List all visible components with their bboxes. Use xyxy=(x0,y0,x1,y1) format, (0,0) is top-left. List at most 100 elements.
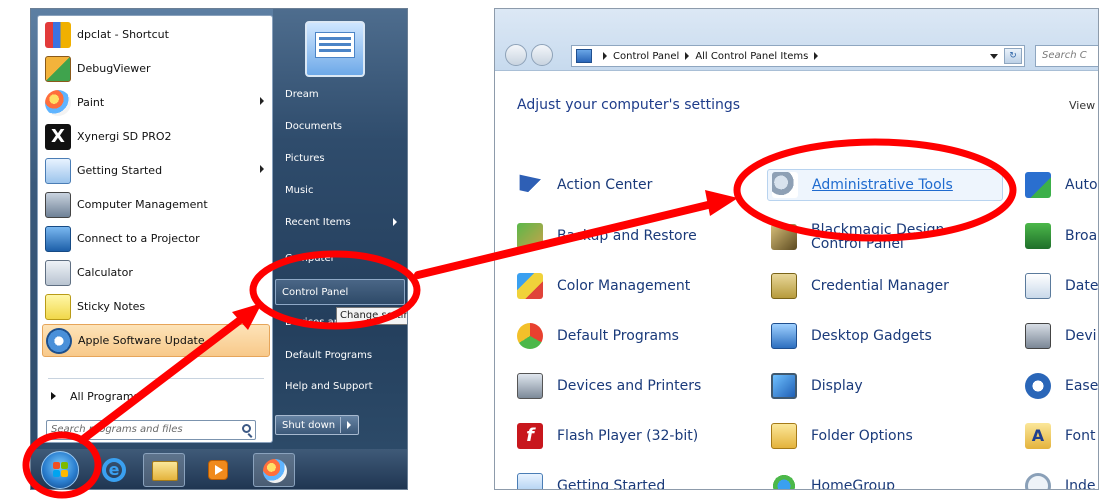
admin-tools-icon xyxy=(772,172,798,198)
paint-taskbar-icon[interactable] xyxy=(253,453,295,487)
program-label: dpclat - Shortcut xyxy=(77,28,169,41)
start-item-label: Pictures xyxy=(285,152,325,164)
start-menu: dpclat - Shortcut DebugViewer Paint X Xy… xyxy=(31,9,407,449)
cp-item-getting-started[interactable]: Getting Started xyxy=(517,472,665,489)
cp-item-blackmagic[interactable]: Blackmagic Design Control Panel xyxy=(771,219,997,255)
control-panel-icon xyxy=(576,49,592,63)
cp-item-label: Ease xyxy=(1065,378,1099,394)
tooltip-text: Change settings xyxy=(340,310,407,321)
cp-item-broadcom[interactable]: Broa xyxy=(1025,222,1097,250)
back-button[interactable] xyxy=(505,44,527,66)
cp-item-label: Devices and Printers xyxy=(557,378,702,394)
cp-item-folder-options[interactable]: Folder Options xyxy=(771,422,913,450)
program-apple-software-update[interactable]: Apple Software Update xyxy=(42,324,270,357)
program-dpclat[interactable]: dpclat - Shortcut xyxy=(42,18,270,51)
cp-item-autoplay[interactable]: Auto xyxy=(1025,171,1098,199)
start-item-music[interactable]: Music xyxy=(279,177,403,203)
getting-started-icon xyxy=(45,157,71,184)
control-panel-window: Control Panel All Control Panel Items ↻ … xyxy=(494,8,1099,490)
cp-item-homegroup[interactable]: HomeGroup xyxy=(771,472,895,489)
program-projector[interactable]: Connect to a Projector xyxy=(42,222,270,255)
start-item-recent-items[interactable]: Recent Items xyxy=(279,209,403,235)
cp-item-backup-restore[interactable]: Backup and Restore xyxy=(517,222,697,250)
internet-explorer-icon[interactable]: e xyxy=(93,453,135,487)
cp-item-fonts[interactable]: A Font xyxy=(1025,422,1095,450)
search-placeholder: Search C xyxy=(1042,50,1087,61)
cp-item-indexing[interactable]: Inde xyxy=(1025,472,1096,489)
cp-item-label: Credential Manager xyxy=(811,278,949,294)
cp-item-label: Administrative Tools xyxy=(812,177,953,193)
program-sticky-notes[interactable]: Sticky Notes xyxy=(42,290,270,323)
start-item-label: Dream xyxy=(285,88,319,100)
page-title: Adjust your computer's settings xyxy=(517,97,741,113)
broadcom-icon xyxy=(1025,223,1051,249)
tooltip: Change settings xyxy=(336,307,407,325)
arrow-right-icon xyxy=(51,392,56,400)
forward-button[interactable] xyxy=(531,44,553,66)
start-item-label: Computer xyxy=(285,252,335,264)
start-item-documents[interactable]: Documents xyxy=(279,113,403,139)
cp-item-devices-printers[interactable]: Devices and Printers xyxy=(517,372,701,400)
cp-item-credential-manager[interactable]: Credential Manager xyxy=(771,272,949,300)
screenshot-root: dpclat - Shortcut DebugViewer Paint X Xy… xyxy=(0,0,1099,501)
cp-item-label: Flash Player (32-bit) xyxy=(557,428,699,444)
sticky-notes-icon xyxy=(45,293,71,320)
cp-item-label: Blackmagic Design Control Panel xyxy=(811,222,945,252)
cp-item-display[interactable]: Display xyxy=(771,372,863,400)
blackmagic-icon xyxy=(771,224,797,250)
cp-item-flash-player[interactable]: f Flash Player (32-bit) xyxy=(517,422,698,450)
cp-item-desktop-gadgets[interactable]: Desktop Gadgets xyxy=(771,322,932,350)
indexing-icon xyxy=(1025,473,1051,489)
cp-item-label: Folder Options xyxy=(811,428,913,444)
submenu-arrow-icon xyxy=(260,165,264,173)
start-item-help-support[interactable]: Help and Support xyxy=(279,373,403,399)
breadcrumb-all-items[interactable]: All Control Panel Items xyxy=(695,51,808,62)
control-panel-toolbar: Control Panel All Control Panel Items ↻ … xyxy=(495,9,1098,71)
fonts-icon: A xyxy=(1025,423,1051,449)
program-debugviewer[interactable]: DebugViewer xyxy=(42,52,270,85)
cp-item-label: Color Management xyxy=(557,278,691,294)
control-panel-search-input[interactable]: Search C xyxy=(1035,45,1098,67)
view-by-label[interactable]: View xyxy=(1069,99,1095,112)
breadcrumb-control-panel[interactable]: Control Panel xyxy=(613,51,679,62)
cp-item-color-management[interactable]: Color Management xyxy=(517,272,690,300)
all-programs-button[interactable]: All Programs xyxy=(42,384,270,408)
program-xynergi[interactable]: X Xynergi SD PRO2 xyxy=(42,120,270,153)
start-item-dream[interactable]: Dream xyxy=(279,81,403,107)
cp-item-ease-of-access[interactable]: Ease xyxy=(1025,372,1098,400)
credential-icon xyxy=(771,273,797,299)
program-label: Connect to a Projector xyxy=(77,232,200,245)
start-search-input[interactable]: Search programs and files xyxy=(46,420,256,440)
refresh-icon[interactable]: ↻ xyxy=(1004,48,1022,64)
start-orb[interactable] xyxy=(41,451,79,489)
cp-item-action-center[interactable]: Action Center xyxy=(517,171,652,199)
start-item-default-programs[interactable]: Default Programs xyxy=(279,342,403,368)
start-item-computer[interactable]: Computer xyxy=(279,245,403,271)
start-item-pictures[interactable]: Pictures xyxy=(279,145,403,171)
folder-options-icon xyxy=(771,423,797,449)
flash-icon: f xyxy=(517,423,543,449)
chevron-right-icon xyxy=(685,52,690,60)
cp-item-default-programs[interactable]: Default Programs xyxy=(517,322,679,350)
cp-item-label: Backup and Restore xyxy=(557,228,697,244)
chevron-down-icon[interactable] xyxy=(990,54,998,59)
program-computer-management[interactable]: Computer Management xyxy=(42,188,270,221)
xynergi-icon: X xyxy=(45,123,71,150)
start-item-label: Documents xyxy=(285,120,343,132)
program-calculator[interactable]: Calculator xyxy=(42,256,270,289)
cp-item-device-manager[interactable]: Devi xyxy=(1025,322,1097,350)
cp-item-date-time[interactable]: Date xyxy=(1025,272,1098,300)
control-panel-window-icon xyxy=(315,32,355,58)
media-player-icon[interactable] xyxy=(197,453,239,487)
start-item-control-panel[interactable]: Control Panel xyxy=(275,279,405,305)
ease-of-access-icon xyxy=(1025,373,1051,399)
address-bar[interactable]: Control Panel All Control Panel Items ↻ xyxy=(571,45,1025,67)
program-getting-started[interactable]: Getting Started xyxy=(42,154,270,187)
user-picture[interactable] xyxy=(305,21,365,77)
program-paint[interactable]: Paint xyxy=(42,86,270,119)
cp-item-administrative-tools[interactable]: Administrative Tools xyxy=(767,169,1003,201)
windows-explorer-icon[interactable] xyxy=(143,453,185,487)
shutdown-button[interactable]: Shut down xyxy=(275,415,359,435)
device-manager-icon xyxy=(1025,323,1051,349)
default-programs-icon xyxy=(517,323,543,349)
